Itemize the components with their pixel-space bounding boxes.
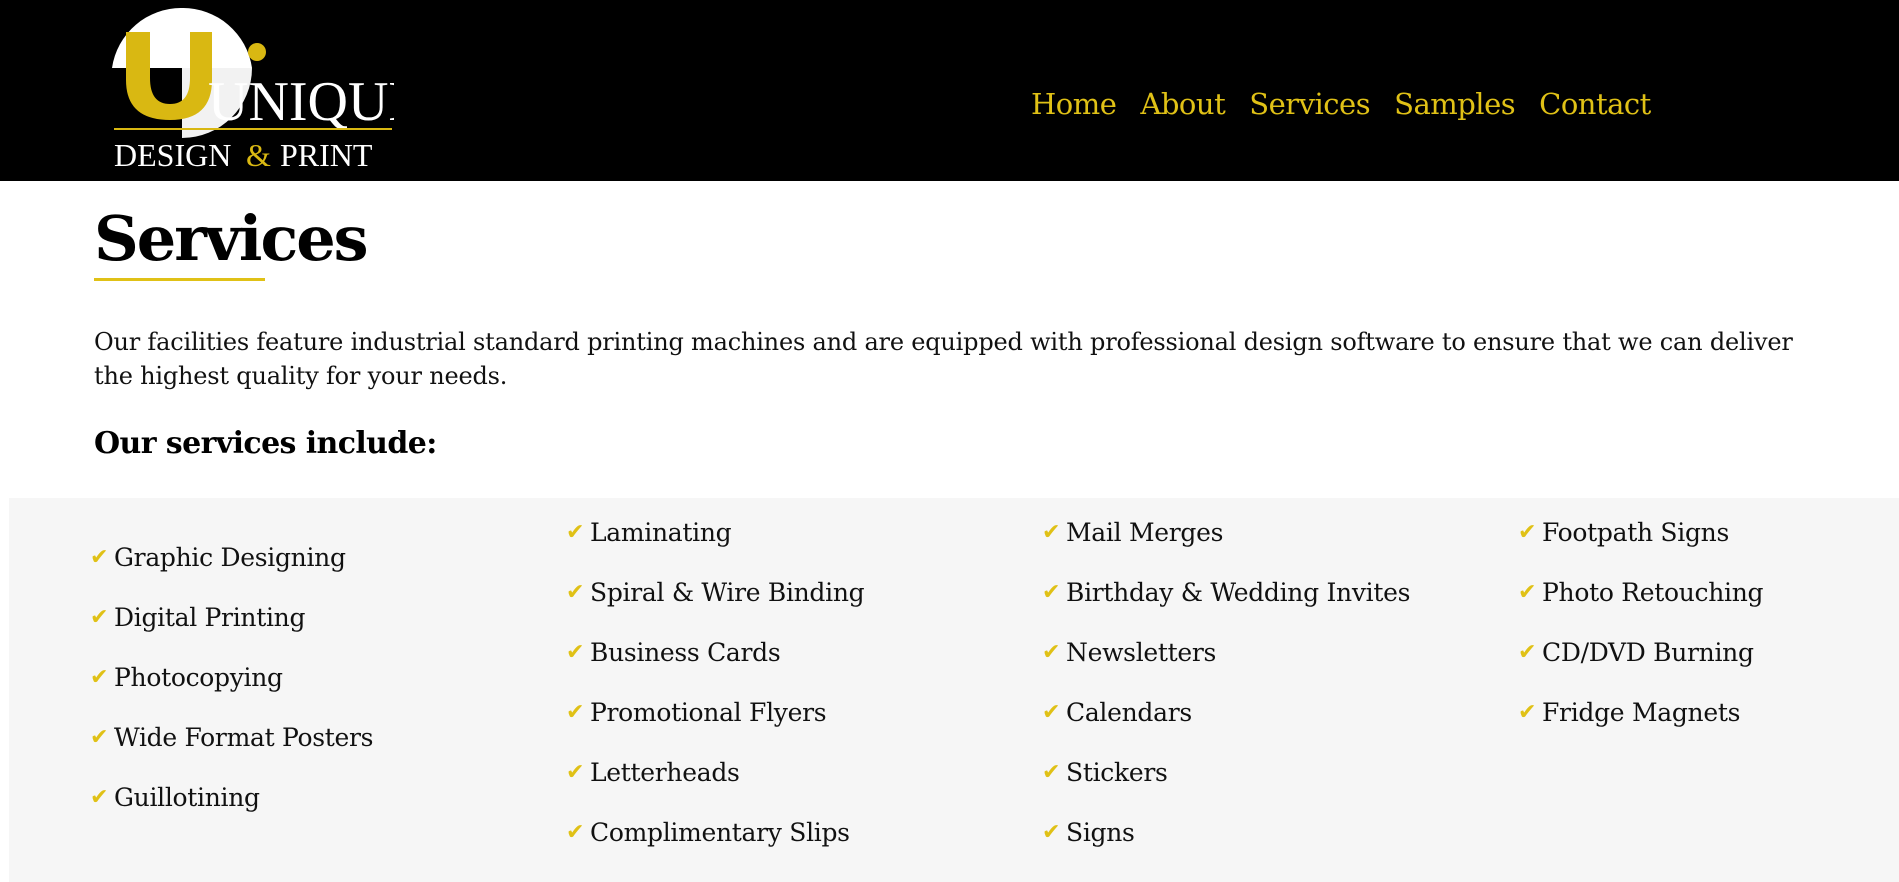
unique-logo-icon: UNIQUE DESIGN & PRINT	[112, 8, 394, 172]
service-list-item: ✔ Wide Format Posters	[90, 707, 374, 767]
service-list-item: ✔ Laminating	[566, 502, 864, 562]
service-list-item: ✔ Calendars	[1042, 682, 1410, 742]
service-list-item: ✔ Spiral & Wire Binding	[566, 562, 865, 622]
service-label: Complimentary Slips	[590, 817, 850, 847]
service-list-item: ✔ Photo Retouching	[1518, 562, 1764, 622]
check-icon: ✔	[90, 604, 109, 630]
service-label: Signs	[1066, 817, 1135, 847]
check-icon: ✔	[566, 519, 585, 545]
service-label: Fridge Magnets	[1542, 697, 1741, 727]
service-list-item: ✔ Guillotining	[90, 767, 373, 827]
service-list-item: ✔ Promotional Flyers	[566, 682, 864, 742]
service-label: Calendars	[1066, 697, 1192, 727]
service-label: Digital Printing	[114, 602, 306, 632]
service-list-item: ✔ Fridge Magnets	[1518, 682, 1763, 742]
check-icon: ✔	[1518, 639, 1537, 665]
service-label: Promotional Flyers	[590, 697, 827, 727]
service-list-item: ✔ Complimentary Slips	[566, 802, 864, 862]
service-label: Graphic Designing	[114, 542, 346, 572]
service-label: Birthday & Wedding Invites	[1066, 577, 1411, 607]
service-list-item: ✔ Signs	[1042, 802, 1410, 862]
service-list-item: ✔ Digital Printing	[90, 587, 373, 647]
service-label: Business Cards	[590, 637, 781, 667]
nav-about[interactable]: About	[1140, 87, 1225, 121]
service-label: Newsletters	[1066, 637, 1217, 667]
title-underline	[94, 278, 265, 281]
check-icon: ✔	[566, 579, 585, 605]
service-list-item: ✔ Birthday & Wedding Invites	[1042, 562, 1410, 622]
check-icon: ✔	[90, 724, 109, 750]
intro-paragraph: Our facilities feature industrial standa…	[94, 328, 1793, 390]
check-icon: ✔	[90, 664, 109, 690]
service-list-item: ✔ Graphic Designing	[90, 527, 373, 587]
service-label: Mail Merges	[1066, 517, 1224, 547]
check-icon: ✔	[90, 544, 109, 570]
nav-samples[interactable]: Samples	[1394, 87, 1516, 121]
services-column-4: ✔ Footpath Signs ✔ Photo Retouching ✔ CD/DVD …	[1518, 502, 1764, 742]
nav-services[interactable]: Services	[1249, 87, 1370, 121]
service-label: Wide Format Posters	[114, 722, 374, 752]
service-label: Laminating	[590, 517, 732, 547]
service-list-item: ✔ Newsletters	[1042, 622, 1410, 682]
check-icon: ✔	[90, 784, 109, 810]
service-label: Letterheads	[590, 757, 740, 787]
check-icon: ✔	[566, 699, 585, 725]
service-label: Guillotining	[114, 782, 260, 812]
service-list-item: ✔ Footpath Signs	[1518, 502, 1763, 562]
check-icon: ✔	[1042, 519, 1061, 545]
page-title: Services	[94, 202, 369, 275]
check-icon: ✔	[566, 819, 585, 845]
svg-text:DESIGN: DESIGN	[114, 137, 231, 172]
check-icon: ✔	[1042, 699, 1061, 725]
services-column-2: ✔ Laminating ✔ Spiral & Wire Binding ✔ Busine…	[566, 502, 865, 862]
service-list-item: ✔ Business Cards	[566, 622, 864, 682]
check-icon: ✔	[566, 759, 585, 785]
check-icon: ✔	[1042, 759, 1061, 785]
check-icon: ✔	[1042, 819, 1061, 845]
svg-text:UNIQUE: UNIQUE	[208, 71, 394, 133]
service-list-item: ✔ Letterheads	[566, 742, 864, 802]
services-subheading: Our services include:	[94, 426, 437, 461]
svg-text:&: &	[246, 137, 271, 172]
check-icon: ✔	[1518, 699, 1537, 725]
service-list-item: ✔ Stickers	[1042, 742, 1410, 802]
service-list-item: ✔ CD/DVD Burning	[1518, 622, 1763, 682]
service-label: CD/DVD Burning	[1542, 637, 1754, 667]
site-header: UNIQUE DESIGN & PRINT Home About Service…	[0, 0, 1899, 181]
service-label: Footpath Signs	[1542, 517, 1729, 547]
check-icon: ✔	[1518, 579, 1537, 605]
check-icon: ✔	[1042, 579, 1061, 605]
svg-text:PRINT: PRINT	[280, 137, 373, 172]
services-column-1: ✔ Graphic Designing ✔ Digital Printing ✔ Phot…	[90, 527, 374, 827]
nav-home[interactable]: Home	[1031, 87, 1117, 121]
site-logo[interactable]: UNIQUE DESIGN & PRINT	[112, 8, 394, 172]
check-icon: ✔	[1518, 519, 1537, 545]
service-list-item: ✔ Photocopying	[90, 647, 373, 707]
service-label: Photo Retouching	[1542, 577, 1764, 607]
nav-contact[interactable]: Contact	[1539, 87, 1651, 121]
check-icon: ✔	[1042, 639, 1061, 665]
service-label: Photocopying	[114, 662, 283, 692]
service-label: Spiral & Wire Binding	[590, 577, 865, 607]
services-column-3: ✔ Mail Merges ✔ Birthday & Wedding Invites ✔…	[1042, 502, 1410, 862]
service-list-item: ✔ Mail Merges	[1042, 502, 1410, 562]
check-icon: ✔	[566, 639, 585, 665]
service-label: Stickers	[1066, 757, 1168, 787]
main-nav: Home About Services Samples Contact	[1031, 82, 1651, 126]
